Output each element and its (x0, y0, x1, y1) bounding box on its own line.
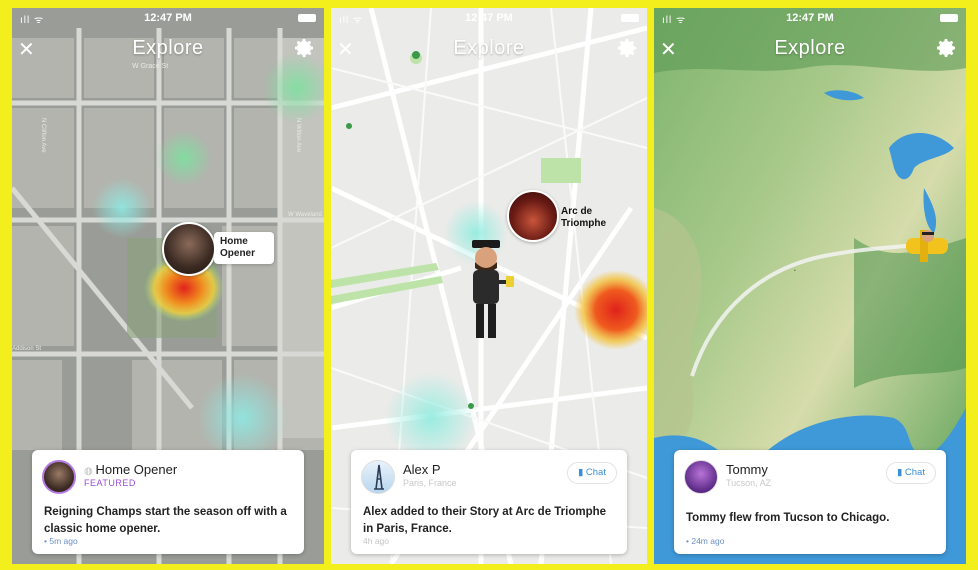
phone-screen-home-opener: W Grace St N Clifton Ave N Wilton Ave W … (12, 8, 324, 564)
avatar (684, 460, 718, 494)
story-message: Tommy flew from Tucson to Chicago. (686, 512, 890, 524)
gear-icon[interactable] (615, 36, 639, 60)
street-label: Addison St (12, 346, 41, 352)
friend-location: Paris, France (403, 478, 457, 488)
status-bar: ıll ᯤ 12:47 PM (654, 8, 966, 30)
story-timestamp: 4h ago (363, 536, 389, 546)
arc-de-triomphe-place-avatar[interactable] (507, 190, 559, 242)
explore-header: ✕ Explore (331, 30, 647, 70)
status-time: 12:47 PM (465, 12, 513, 24)
eiffel-tower-icon (374, 464, 384, 490)
street-label: W Waveland (288, 212, 322, 218)
battery-icon (940, 14, 958, 22)
place-label-line: Arc de (561, 206, 593, 217)
chat-icon: ▮ (578, 467, 586, 478)
phone-screen-tommy: • ıll ᯤ 12:47 PM ✕ Explore Tommy Tucson,… (654, 8, 966, 564)
place-label-line: Triomphe (561, 218, 607, 229)
page-title: Explore (774, 37, 846, 59)
chat-button[interactable]: ▮ Chat (886, 462, 936, 484)
featured-story-icon: ◍ (84, 466, 96, 477)
status-time: 12:47 PM (144, 12, 192, 24)
story-message: Reigning Champs start the season off wit… (44, 506, 287, 535)
friend-location: Tucson, AZ (726, 478, 772, 488)
battery-icon (298, 14, 316, 22)
story-card[interactable]: Tommy Tucson, AZ ▮ Chat Tommy flew from … (674, 450, 946, 554)
arc-de-triomphe-place-label[interactable]: Arc de Triomphe (555, 202, 617, 234)
story-card[interactable]: Alex P Paris, France ▮ Chat Alex added t… (351, 450, 627, 554)
page-title: Explore (453, 37, 525, 59)
chat-button[interactable]: ▮ Chat (567, 462, 617, 484)
story-timestamp: • 5m ago (44, 536, 78, 546)
story-title: ◍ Home Opener (84, 462, 178, 477)
page-title: Explore (132, 37, 204, 59)
gear-icon[interactable] (292, 36, 316, 60)
svg-text:•: • (794, 268, 796, 274)
battery-icon (621, 14, 639, 22)
status-time: 12:47 PM (786, 12, 834, 24)
explore-header: ✕ Explore (654, 30, 966, 70)
story-card[interactable]: ◍ Home Opener FEATURED Reigning Champs s… (32, 450, 304, 554)
avatar (361, 460, 395, 494)
friend-name: Alex P (403, 462, 441, 477)
featured-badge: FEATURED (84, 478, 136, 488)
street-label: N Wilton Ave (295, 118, 301, 153)
gear-icon[interactable] (934, 36, 958, 60)
home-opener-place-label[interactable]: Home Opener (214, 232, 274, 264)
street-label: N Clifton Ave (40, 118, 46, 153)
place-label-line: Opener (220, 248, 256, 259)
friend-name: Tommy (726, 462, 768, 477)
phone-screen-alex-p: Arc de Triomphe ıll ᯤ 12:47 PM ✕ Explore… (331, 8, 647, 564)
explore-header: ✕ Explore (12, 30, 324, 70)
home-opener-place-avatar[interactable] (162, 222, 216, 276)
chat-icon: ▮ (897, 467, 905, 478)
status-bar: ıll ᯤ 12:47 PM (331, 8, 647, 30)
avatar (42, 460, 76, 494)
status-bar: ıll ᯤ 12:47 PM (12, 8, 324, 30)
place-label-line: Home (220, 236, 248, 247)
story-timestamp: • 24m ago (686, 536, 725, 546)
story-message: Alex added to their Story at Arc de Trio… (363, 506, 607, 535)
